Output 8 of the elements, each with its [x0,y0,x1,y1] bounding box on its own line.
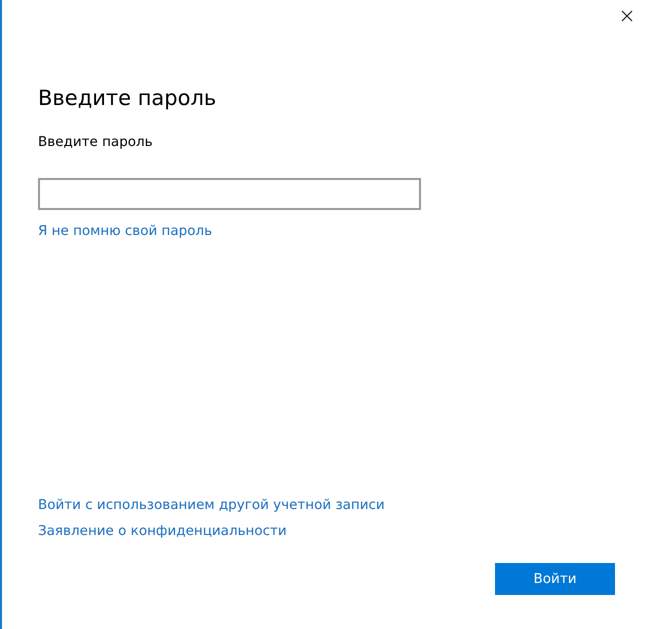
dialog-title: Введите пароль [38,86,216,110]
forgot-password-link[interactable]: Я не помню свой пароль [38,223,212,239]
field-label: Введите пароль [38,134,153,150]
footer-link[interactable]: Войти с использованием другой учетной записи [38,497,385,513]
sign-in-button[interactable]: Войти [495,563,615,595]
close-icon [621,10,633,22]
password-field[interactable] [38,178,421,210]
footer-link[interactable]: Заявление о конфиденциальности [38,523,287,539]
